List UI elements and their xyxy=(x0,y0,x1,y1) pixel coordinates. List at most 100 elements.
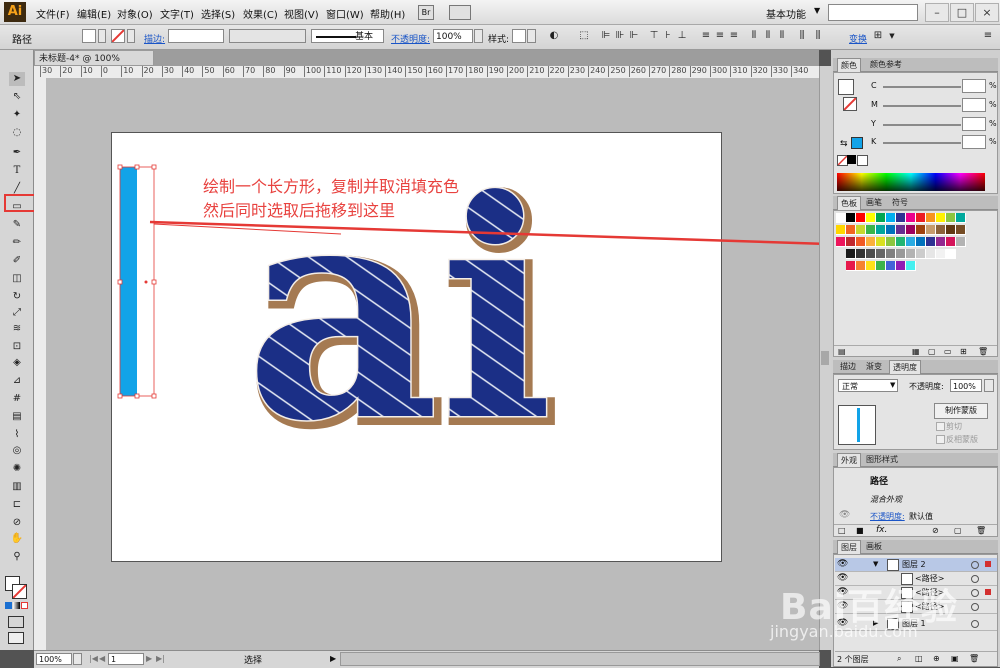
black-swatch[interactable] xyxy=(847,155,856,164)
tab-brushes[interactable]: 画笔 xyxy=(863,196,885,209)
tab-stroke[interactable]: 描边 xyxy=(837,360,859,373)
locate-object-icon[interactable]: ⌕ xyxy=(897,654,901,664)
target-icon[interactable] xyxy=(971,603,979,611)
search-input[interactable] xyxy=(828,4,918,21)
stroke-weight-input[interactable] xyxy=(168,29,224,43)
color-swatch[interactable] xyxy=(916,249,926,259)
brush-definition[interactable]: 基本 xyxy=(311,29,384,43)
color-swatch[interactable] xyxy=(956,237,966,247)
color-swatch[interactable] xyxy=(846,237,856,247)
color-swatch[interactable] xyxy=(896,249,906,259)
color-swatch[interactable] xyxy=(876,225,886,235)
color-swatch[interactable] xyxy=(916,237,926,247)
color-swatch[interactable] xyxy=(866,237,876,247)
screen-mode-icon[interactable] xyxy=(8,632,24,644)
blob-brush-tool-icon[interactable]: ✐ xyxy=(9,254,25,268)
color-swatch[interactable] xyxy=(866,261,876,271)
bridge-button[interactable]: Br xyxy=(418,5,434,20)
distribute-bottom-icon[interactable]: ≡ xyxy=(728,30,740,42)
distribute-left-icon[interactable]: ⫴ xyxy=(748,30,760,42)
distribute-center-icon[interactable]: ⫴ xyxy=(762,30,774,42)
graphic-style-dropdown[interactable] xyxy=(527,29,536,43)
selection-handle[interactable] xyxy=(134,164,140,170)
menu-object[interactable]: 对象(O) xyxy=(117,6,153,21)
recolor-artwork-icon[interactable]: ◐ xyxy=(548,30,560,42)
type-tool-icon[interactable]: T xyxy=(9,164,25,178)
color-swatch[interactable] xyxy=(856,249,866,259)
opacity-dropdown[interactable] xyxy=(984,379,994,392)
color-swatch[interactable] xyxy=(936,213,946,223)
invert-mask-checkbox[interactable] xyxy=(936,435,945,444)
stroke-link[interactable]: 描边: xyxy=(144,32,165,45)
align-left-icon[interactable]: ⊫ xyxy=(600,30,612,42)
magenta-input[interactable] xyxy=(962,98,986,112)
scroll-thumb[interactable] xyxy=(821,351,829,365)
horizontal-distribute-icon[interactable]: ⫼ xyxy=(796,30,808,42)
tab-layers[interactable]: 图层 xyxy=(837,540,861,554)
target-icon[interactable] xyxy=(971,589,979,597)
appearance-opacity-link[interactable]: 不透明度: xyxy=(870,511,905,522)
swap-icon[interactable]: ⇆ xyxy=(840,139,848,149)
color-swatch[interactable] xyxy=(916,213,926,223)
color-swatch[interactable] xyxy=(906,249,916,259)
align-right-icon[interactable]: ⊩ xyxy=(628,30,640,42)
align-bottom-icon[interactable]: ⊥ xyxy=(676,30,688,42)
isolate-icon[interactable]: ⊞ xyxy=(872,30,884,42)
delete-item-icon[interactable]: 🗑 xyxy=(976,526,986,535)
opacity-dropdown[interactable] xyxy=(474,29,483,43)
tab-transparency[interactable]: 透明度 xyxy=(889,360,921,374)
menu-effect[interactable]: 效果(C) xyxy=(243,6,278,21)
menu-file[interactable]: 文件(F) xyxy=(36,6,70,21)
free-transform-tool-icon[interactable]: ⊡ xyxy=(9,340,25,354)
close-button[interactable]: × xyxy=(975,3,999,22)
color-swatch[interactable] xyxy=(906,261,916,271)
next-artboard-icon[interactable]: ▶ xyxy=(146,654,152,663)
yellow-slider[interactable] xyxy=(883,124,961,126)
selection-handle[interactable] xyxy=(117,164,123,170)
show-swatch-kinds-icon[interactable]: ▦ xyxy=(912,347,920,356)
duplicate-item-icon[interactable]: ▢ xyxy=(954,526,962,535)
previous-artboard-icon[interactable]: ◀ xyxy=(99,654,105,663)
new-sublayer-icon[interactable]: ⊕ xyxy=(933,654,940,663)
opacity-link[interactable]: 不透明度: xyxy=(391,32,430,45)
zoom-tool-icon[interactable]: ⚲ xyxy=(9,550,25,564)
symbol-sprayer-tool-icon[interactable]: ✺ xyxy=(9,462,25,476)
align-middle-icon[interactable]: ⊦ xyxy=(662,30,674,42)
color-swatch[interactable] xyxy=(856,213,866,223)
color-swatch[interactable] xyxy=(936,225,946,235)
fill-indicator[interactable] xyxy=(838,79,854,95)
color-swatch[interactable] xyxy=(936,237,946,247)
graphic-style-swatch[interactable] xyxy=(512,29,526,43)
zoom-dropdown[interactable] xyxy=(73,653,82,665)
color-swatch[interactable] xyxy=(926,225,936,235)
color-swatch[interactable] xyxy=(926,237,936,247)
magic-wand-tool-icon[interactable]: ✦ xyxy=(9,108,25,122)
tab-appearance[interactable]: 外观 xyxy=(837,453,861,467)
panel-menu-icon[interactable]: ≡ xyxy=(982,30,994,42)
pen-tool-icon[interactable]: ✒ xyxy=(9,146,25,160)
tab-symbols[interactable]: 符号 xyxy=(889,196,911,209)
menu-view[interactable]: 视图(V) xyxy=(284,6,319,21)
color-swatch[interactable] xyxy=(946,237,956,247)
visibility-icon[interactable]: 👁 xyxy=(839,510,850,520)
color-swatch[interactable] xyxy=(956,213,966,223)
color-swatch[interactable] xyxy=(866,225,876,235)
column-graph-tool-icon[interactable]: ▥ xyxy=(9,480,25,494)
stroke-dropdown[interactable] xyxy=(127,29,135,43)
target-icon[interactable] xyxy=(971,620,979,628)
color-swatch[interactable] xyxy=(926,249,936,259)
first-artboard-icon[interactable]: |◀ xyxy=(89,654,98,663)
tab-swatches[interactable]: 色板 xyxy=(837,196,861,210)
color-swatch[interactable] xyxy=(876,237,886,247)
chevron-down-icon[interactable]: ▼ xyxy=(890,381,895,389)
magenta-slider[interactable] xyxy=(883,105,961,107)
add-stroke-icon[interactable]: □ xyxy=(838,526,846,535)
fill-dropdown[interactable] xyxy=(98,29,106,43)
color-swatch[interactable] xyxy=(926,213,936,223)
layer-name[interactable]: 图层 2 xyxy=(902,558,926,571)
color-swatch[interactable] xyxy=(886,237,896,247)
color-swatch[interactable] xyxy=(886,213,896,223)
minimize-button[interactable]: – xyxy=(925,3,949,22)
distribute-top-icon[interactable]: ≡ xyxy=(700,30,712,42)
color-swatch[interactable] xyxy=(876,213,886,223)
